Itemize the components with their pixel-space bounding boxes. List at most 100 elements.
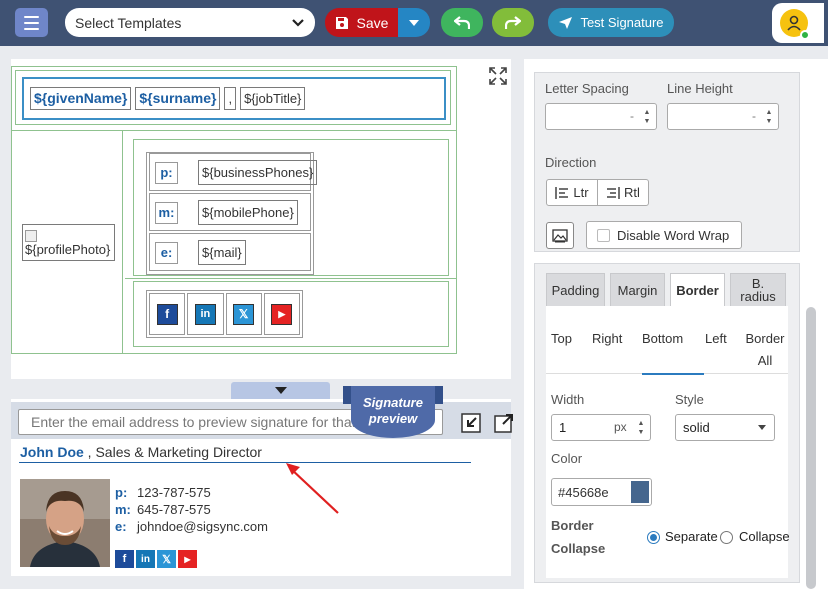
preview-contacts: p: 123-787-575 m: 645-787-575 e: johndoe@si…: [115, 484, 268, 535]
collapse-preview-toggle[interactable]: [231, 382, 330, 399]
disable-word-wrap-toggle[interactable]: Disable Word Wrap: [586, 221, 742, 249]
rtl-button[interactable]: Rtl: [597, 180, 648, 205]
align-ltr-icon: [555, 186, 569, 199]
contact-row[interactable]: p: ${businessPhones}: [149, 153, 318, 191]
redo-button[interactable]: [492, 8, 534, 37]
header-cell[interactable]: ${givenName} ${surname} , ${jobTitle}: [15, 70, 451, 125]
header-row[interactable]: ${givenName} ${surname} , ${jobTitle}: [22, 77, 446, 120]
profile-photo-token[interactable]: ${profilePhoto}: [22, 224, 115, 261]
surname-token[interactable]: ${surname}: [135, 87, 221, 110]
border-width-input[interactable]: 1 px ▲ ▼: [551, 414, 651, 441]
contact-label: e:: [155, 242, 178, 264]
job-title-token[interactable]: ${jobTitle}: [240, 87, 306, 110]
save-options-button[interactable]: [398, 8, 430, 37]
border-color-input[interactable]: #45668e: [551, 478, 652, 506]
signature-table[interactable]: ${givenName} ${surname} , ${jobTitle} ${…: [11, 66, 457, 354]
broken-image-icon: [25, 229, 37, 242]
border-settings: Top Right Bottom Left Border All Width S…: [546, 306, 790, 578]
details-cell: p: ${businessPhones} m: ${mobilePhone} e…: [125, 131, 456, 353]
direction-toggle: Ltr Rtl: [546, 179, 649, 206]
linkedin-icon[interactable]: in: [194, 303, 216, 325]
preview-job-title: Sales & Marketing Director: [95, 444, 262, 460]
background-image-button[interactable]: [546, 222, 574, 249]
online-status-dot: [800, 30, 810, 40]
contact-table[interactable]: p: ${businessPhones} m: ${mobilePhone} e…: [146, 152, 318, 275]
preview-name: John Doe: [20, 444, 84, 460]
facebook-icon[interactable]: f: [156, 303, 178, 325]
contact-cell[interactable]: p: ${businessPhones} m: ${mobilePhone} e…: [133, 139, 449, 276]
list-item: p: 123-787-575: [115, 485, 211, 500]
checkbox[interactable]: [597, 228, 610, 242]
tab-border-right[interactable]: Right: [592, 328, 622, 350]
properties-panel: Letter Spacing Line Height - ▲ ▼ - ▲ ▼ Direc…: [524, 59, 828, 589]
facebook-icon[interactable]: f: [115, 550, 134, 568]
minimize-icon[interactable]: [461, 413, 481, 433]
photo-cell[interactable]: ${profilePhoto}: [12, 131, 123, 353]
tab-padding[interactable]: Padding: [546, 273, 605, 306]
tab-margin[interactable]: Margin: [610, 273, 665, 306]
menu-button[interactable]: [15, 8, 48, 37]
save-button-group: Save: [325, 8, 430, 37]
open-external-icon[interactable]: [494, 413, 514, 433]
caret-down-icon: [274, 387, 287, 394]
red-arrow-annotation: [286, 463, 339, 514]
contact-label: m:: [155, 202, 178, 224]
signature-preview: Enter the email address to preview signa…: [11, 386, 514, 576]
spinner-icon[interactable]: ▲ ▼: [642, 108, 652, 126]
border-style-select[interactable]: solid: [675, 414, 775, 441]
line-height-input[interactable]: - ▲ ▼: [667, 103, 779, 130]
fullscreen-icon[interactable]: [489, 67, 507, 85]
signature-editor: ${givenName} ${surname} , ${jobTitle} ${…: [11, 59, 511, 379]
tab-border[interactable]: Border: [670, 273, 725, 307]
separate-radio[interactable]: [647, 531, 660, 544]
preview-ribbon: Signature preview: [341, 386, 445, 446]
preview-name-line: John Doe , Sales & Marketing Director: [20, 444, 262, 460]
given-name-token[interactable]: ${givenName}: [30, 87, 132, 110]
text-properties-card: Letter Spacing Line Height - ▲ ▼ - ▲ ▼ Direc…: [534, 72, 800, 252]
letter-spacing-input[interactable]: - ▲ ▼: [545, 103, 657, 130]
scrollbar[interactable]: [806, 307, 816, 589]
image-icon: [552, 228, 568, 242]
template-select[interactable]: Select Templates: [65, 8, 315, 37]
youtube-icon[interactable]: ▶: [271, 303, 293, 325]
user-menu[interactable]: [772, 3, 824, 43]
tab-border-left[interactable]: Left: [705, 328, 727, 350]
user-icon: [787, 15, 801, 31]
box-tabs: Padding Margin Border B. radius: [546, 273, 786, 307]
test-signature-button[interactable]: Test Signature: [548, 8, 674, 37]
tab-border-bottom[interactable]: Bottom: [642, 328, 683, 350]
business-phones-token[interactable]: ${businessPhones}: [198, 160, 318, 185]
linkedin-icon[interactable]: in: [136, 550, 155, 568]
contact-label: p:: [155, 162, 178, 184]
tab-border-top[interactable]: Top: [551, 328, 572, 350]
mail-token[interactable]: ${mail}: [198, 240, 246, 265]
youtube-icon[interactable]: ▶: [178, 550, 197, 568]
top-toolbar: Select Templates Save Test Signature: [0, 0, 828, 46]
border-side-tabs: Top Right Bottom Left Border All: [546, 306, 788, 375]
preview-social-icons: f in 𝕏 ▶: [115, 550, 197, 568]
contact-row[interactable]: m: ${mobilePhone}: [149, 193, 311, 231]
ltr-button[interactable]: Ltr: [547, 180, 597, 205]
redo-icon: [505, 15, 521, 29]
collapse-radio[interactable]: [720, 531, 733, 544]
caret-down-icon: [758, 425, 766, 430]
send-icon: [559, 16, 573, 29]
spinner-icon[interactable]: ▲ ▼: [636, 419, 646, 437]
x-icon[interactable]: 𝕏: [157, 550, 176, 568]
hamburger-icon: [24, 15, 39, 18]
undo-button[interactable]: [441, 8, 483, 37]
tab-border-all[interactable]: Border All: [744, 328, 786, 372]
mobile-phone-token[interactable]: ${mobilePhone}: [198, 200, 298, 225]
color-swatch[interactable]: [631, 481, 649, 503]
spinner-icon[interactable]: ▲ ▼: [764, 108, 774, 126]
x-icon[interactable]: 𝕏: [233, 303, 255, 325]
contact-row[interactable]: e: ${mail}: [149, 233, 311, 271]
save-button[interactable]: Save: [325, 8, 398, 37]
tab-border-radius[interactable]: B. radius: [730, 273, 786, 306]
align-rtl-icon: [607, 186, 620, 199]
social-cell[interactable]: f in 𝕏 ▶: [133, 281, 449, 347]
comma-token[interactable]: ,: [224, 87, 237, 110]
box-properties-card: Padding Margin Border B. radius Top Righ…: [534, 263, 800, 583]
floppy-disk-icon: [335, 16, 348, 29]
social-table[interactable]: f in 𝕏 ▶: [146, 290, 303, 338]
